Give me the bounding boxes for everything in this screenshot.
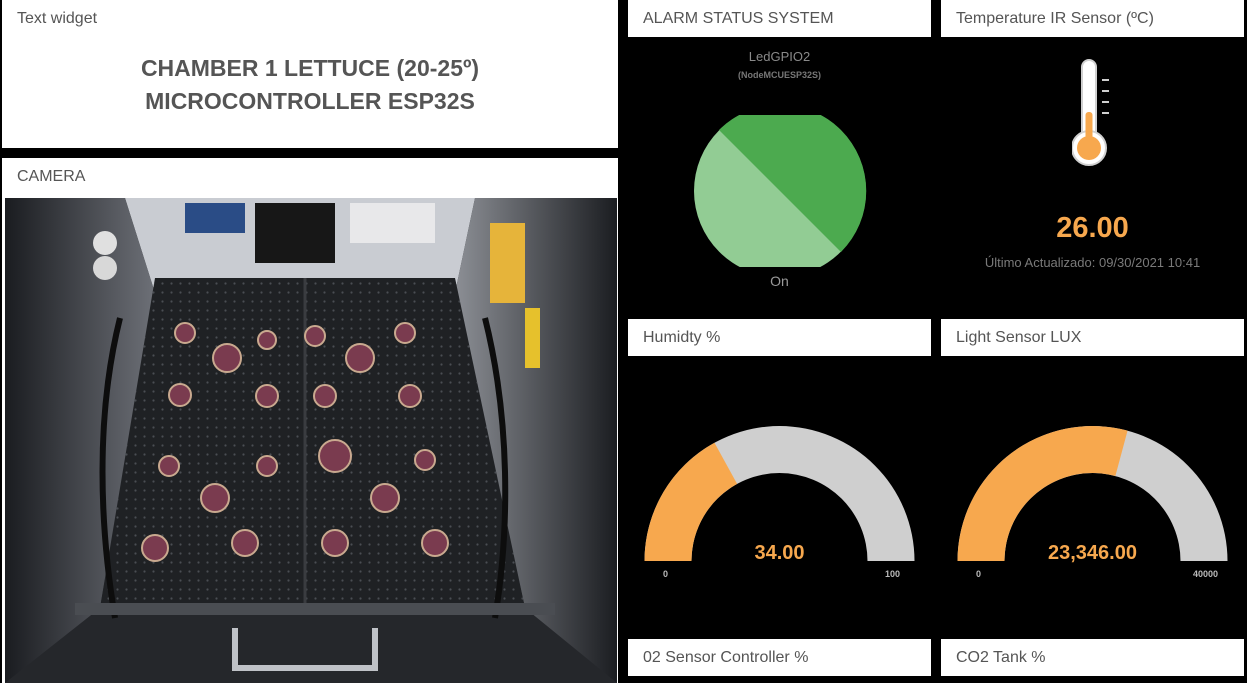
led-indicator-icon[interactable]: [692, 115, 868, 267]
co2-title: CO2 Tank %: [941, 639, 1244, 676]
humidity-widget: Humidty % 34.00 0 100: [628, 319, 931, 629]
humidity-value: 34.00: [754, 542, 805, 564]
light-title: Light Sensor LUX: [941, 319, 1244, 356]
text-widget: Text widget CHAMBER 1 LETTUCE (20-25º) M…: [2, 0, 618, 148]
led-state-label: On: [770, 273, 789, 289]
chamber-photo-icon: [5, 198, 617, 683]
alarm-title: ALARM STATUS SYSTEM: [628, 0, 931, 37]
gauge-fill: [957, 426, 1128, 561]
gauge-min-label: 0: [976, 569, 982, 579]
temperature-value: 26.00: [1056, 212, 1129, 244]
chamber-label: CHAMBER 1 LETTUCE (20-25º): [140, 55, 480, 81]
light-sensor-widget: Light Sensor LUX 23,346.00 0 40000: [941, 319, 1244, 629]
thermometer-icon: [1072, 59, 1109, 166]
last-updated-label: Último Actualizado: 09/30/2021 10:41: [984, 255, 1201, 270]
led-name: LedGPIO2: [748, 49, 811, 64]
text-widget-title: Text widget: [17, 10, 98, 27]
co2-tank-widget: CO2 Tank %: [941, 639, 1244, 683]
microcontroller-label: MICROCONTROLLER ESP32S: [145, 88, 475, 114]
gauge-max-label: 40000: [1193, 569, 1219, 579]
gauge-min-label: 0: [663, 569, 669, 579]
o2-sensor-widget: 02 Sensor Controller %: [628, 639, 931, 683]
camera-feed-image[interactable]: [5, 198, 617, 683]
alarm-status-widget: ALARM STATUS SYSTEM LedGPIO2 (NodeMCUESP…: [628, 0, 931, 310]
temperature-widget: Temperature IR Sensor (ºC) 26.00 Último …: [941, 0, 1244, 310]
humidity-title: Humidty %: [628, 319, 931, 356]
led-device: (NodeMCUESP32S): [737, 70, 821, 80]
gauge-max-label: 100: [885, 569, 901, 579]
camera-title: CAMERA: [17, 168, 86, 185]
camera-widget: CAMERA: [2, 158, 618, 683]
o2-title: 02 Sensor Controller %: [628, 639, 931, 676]
text-widget-content: CHAMBER 1 LETTUCE (20-25º) MICROCONTROLL…: [2, 52, 618, 118]
light-value: 23,346.00: [1048, 542, 1137, 564]
temperature-title: Temperature IR Sensor (ºC): [941, 0, 1244, 37]
